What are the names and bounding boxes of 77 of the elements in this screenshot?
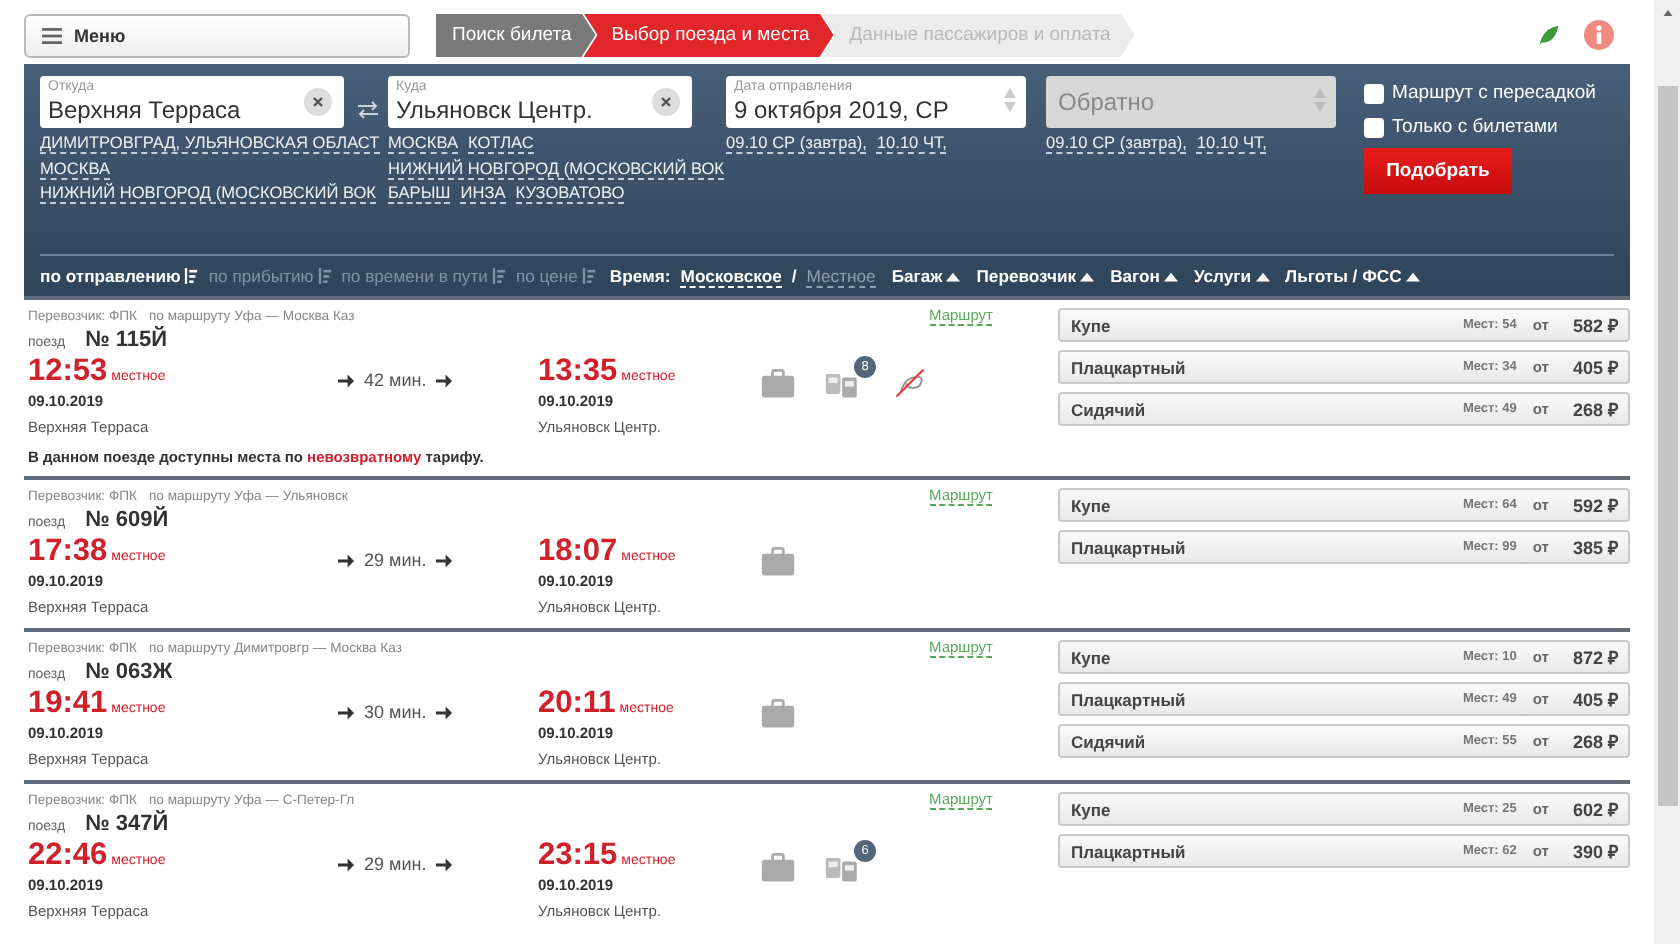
caret-icon [1080,271,1095,281]
step-tab[interactable]: Поиск билета [436,13,596,57]
return-date-field[interactable]: Обратно [1046,76,1336,128]
sort-option[interactable]: по отправлению [40,266,199,286]
arrow-icon [436,553,453,567]
arrow-icon [338,373,354,387]
arrow-icon [338,705,354,719]
station-link[interactable]: КУЗОВАТОВО [515,182,625,204]
sort-icon [491,268,506,284]
caret-icon [1255,271,1270,281]
arrow-icon [338,857,354,871]
date-link[interactable]: 10.10 ЧТ, [876,132,947,154]
filter-dropdown[interactable]: Перевозчик [976,266,1095,286]
crossed-out-icon [892,368,928,398]
scroll-up-icon[interactable] [1661,8,1673,18]
date-link[interactable]: 10.10 ЧТ, [1196,132,1267,154]
clear-icon[interactable] [652,88,680,116]
train-number: № 347Й [85,812,169,836]
station-link[interactable]: ИНЗА [460,182,506,204]
station-link[interactable]: НИЖНИЙ НОВГОРОД (МОСКОВСКИЙ ВОК [40,182,377,204]
departure-time: 17:38 [28,534,108,570]
step-tab[interactable]: Выбор поезда и места [583,13,834,57]
suitcase-icon [760,852,796,882]
station-link[interactable]: КОТЛАС [467,132,534,154]
filter-dropdown[interactable]: Льготы / ФСС [1285,266,1420,286]
checkbox[interactable] [1364,83,1384,103]
sort-icon [184,268,199,284]
date-link[interactable]: 09.10 СР (завтра), [1046,132,1187,154]
caret-icon [1405,271,1420,281]
suitcase-icon [760,698,796,728]
checkbox-label: Маршрут с пересадкой [1392,82,1596,104]
caret-icon [1163,271,1178,281]
time-mode-option[interactable]: Московское [680,265,782,287]
duration-text: 30 мин. [364,702,427,722]
train-number: № 609Й [85,508,169,532]
checkbox[interactable] [1364,117,1384,137]
scrollbar[interactable] [1654,0,1680,944]
arrow-icon [338,553,354,567]
separator: / [791,266,797,286]
time-mode-option[interactable]: Местное [806,265,876,287]
checkbox-label: Только с билетами [1392,116,1558,138]
suitcase-icon [760,368,796,398]
arrival-time: 23:15 [538,838,618,874]
station-link[interactable]: МОСКВА [388,132,458,154]
departure-time: 19:41 [28,686,108,722]
duration-text: 42 мин. [364,370,427,390]
time-label: Время: [609,266,671,286]
submit-button[interactable]: Подобрать [1364,148,1512,194]
sort-icon [317,268,332,284]
caret-icon [946,271,961,281]
menu-icon [42,27,62,43]
arrival-time: 13:35 [538,354,618,390]
date-link[interactable]: 09.10 СР (завтра), [726,132,867,154]
departure-time: 22:46 [28,838,108,874]
filter-dropdown[interactable]: Вагон [1110,266,1178,286]
arrow-icon [436,857,453,871]
arrival-time: 20:11 [538,686,616,722]
arrival-time: 18:07 [538,534,618,570]
train-number: № 063Ж [85,660,173,684]
station-link[interactable]: МОСКВА [40,157,110,179]
duration-text: 29 мин. [364,854,427,874]
clear-icon[interactable] [304,88,332,116]
train-number: № 115Й [85,328,168,352]
swap-icon[interactable] [356,100,380,120]
arrow-icon [436,373,453,387]
arrow-icon [436,705,453,719]
suitcase-icon [760,546,796,576]
station-link[interactable]: БАРЫШ [388,182,451,204]
filter-dropdown[interactable]: Услуги [1193,266,1270,286]
leaf-icon[interactable] [1536,23,1560,47]
menu-button[interactable]: Меню [24,13,410,57]
station-link[interactable]: НИЖНИЙ НОВГОРОД (МОСКОВСКИЙ ВОК [388,157,725,179]
sort-icon [581,268,596,284]
departure-time: 12:53 [28,354,108,390]
filter-dropdown[interactable]: Багаж [891,266,961,286]
duration-text: 29 мин. [364,550,427,570]
station-link[interactable]: ДИМИТРОВГРАД, УЛЬЯНОВСКАЯ ОБЛАСТ [40,132,380,154]
